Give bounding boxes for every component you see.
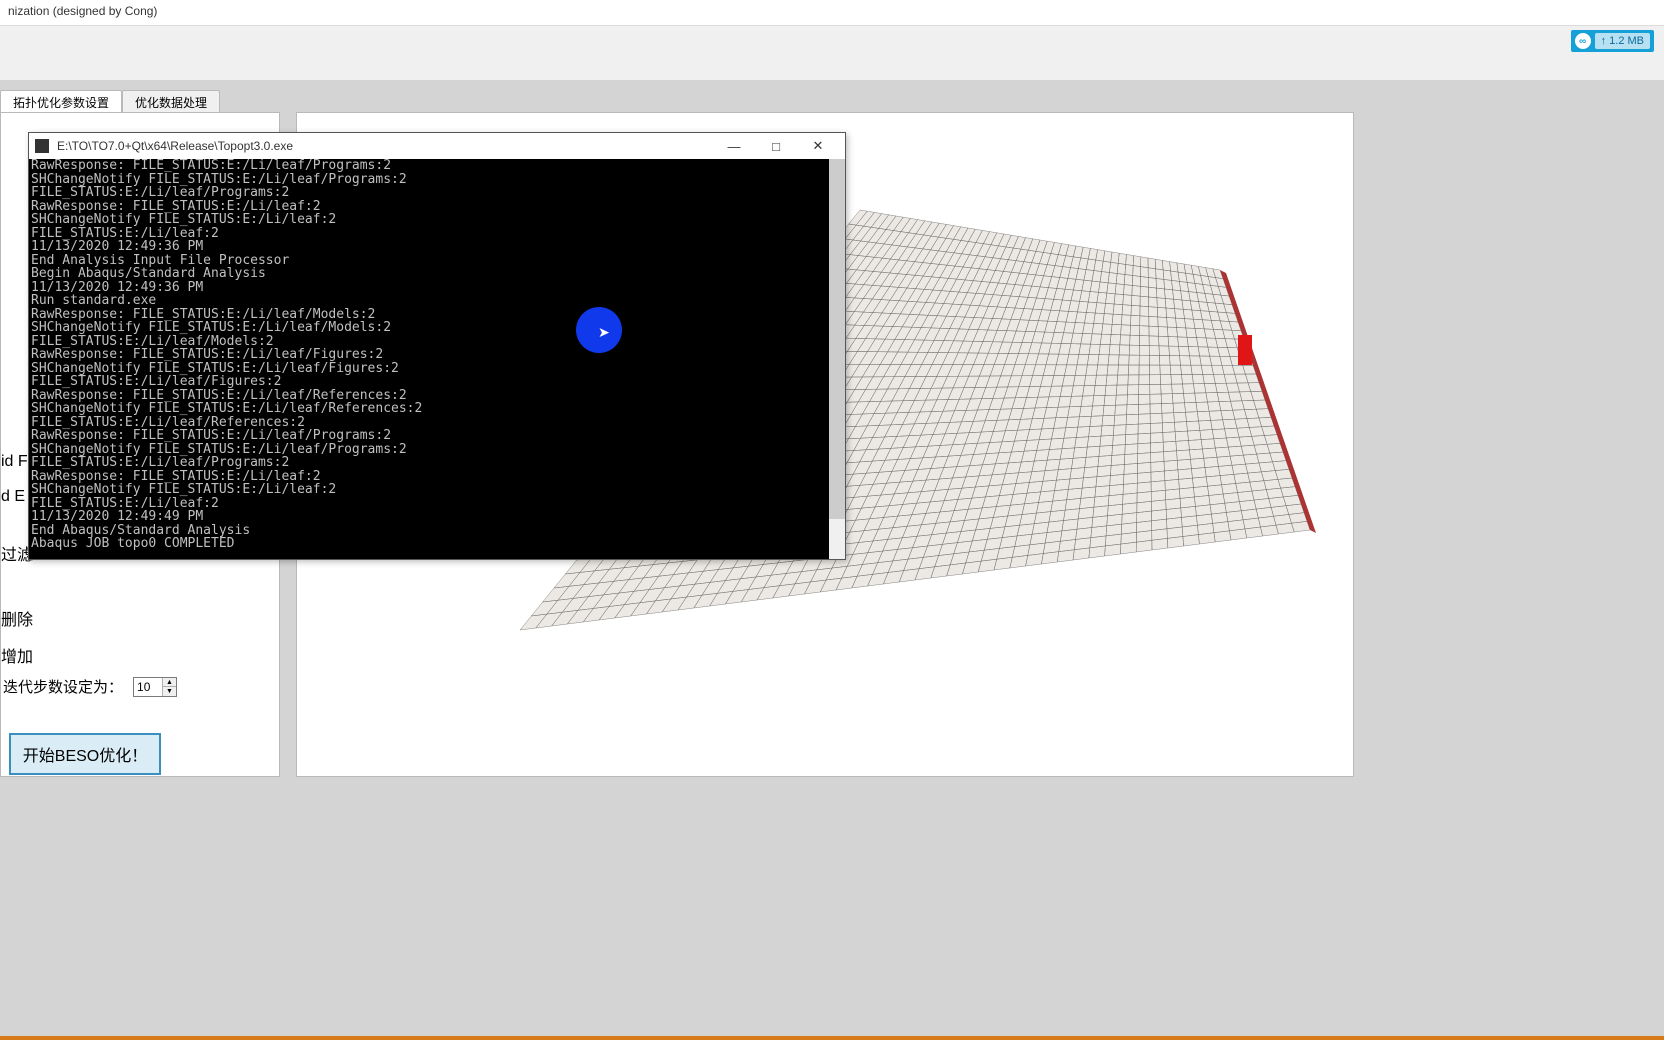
tabstrip: 拓扑优化参数设置 优化数据处理 [0,90,220,112]
console-titlebar[interactable]: E:\TO\TO7.0+Qt\x64\Release\Topopt3.0.exe… [29,133,845,159]
console-scrollbar-track[interactable] [829,159,845,559]
minimize-button[interactable]: — [713,133,755,159]
spin-arrows: ▲ ▼ [162,678,176,696]
label-field-id: id F [1,453,28,471]
tab-opt-params[interactable]: 拓扑优化参数设置 [0,90,122,112]
toolbar-bg [0,26,1664,80]
main-window-titlebar: nization (designed by Cong) [0,0,1664,26]
start-beso-button[interactable]: 开始BESO优化！ [9,733,161,775]
exe-icon [35,139,49,153]
iteration-input[interactable] [134,680,162,694]
console-output: RawResponse: FILE_STATUS:E:/Li/leaf/Prog… [29,159,845,551]
spin-up-icon[interactable]: ▲ [163,678,176,687]
upload-badge[interactable]: ∞ ↑ 1.2 MB [1571,30,1654,52]
upload-size: ↑ 1.2 MB [1595,33,1650,49]
label-add: 增加 [1,643,33,667]
label-delete: 删除 [1,606,33,630]
iteration-label: 迭代步数设定为： [3,676,123,697]
iteration-spinbox[interactable]: ▲ ▼ [133,677,177,697]
iteration-row: 迭代步数设定为： ▲ ▼ [3,676,177,697]
console-body[interactable]: RawResponse: FILE_STATUS:E:/Li/leaf/Prog… [29,159,845,559]
taskbar-strip [0,1036,1664,1040]
tab-data-process[interactable]: 优化数据处理 [122,90,220,112]
cloud-sync-icon: ∞ [1575,33,1591,49]
close-button[interactable]: ✕ [797,133,839,159]
console-window[interactable]: E:\TO\TO7.0+Qt\x64\Release\Topopt3.0.exe… [28,132,846,560]
maximize-button[interactable]: □ [755,133,797,159]
console-controls: — □ ✕ [713,133,839,159]
label-field-de: d E [1,488,25,506]
console-scrollbar-thumb[interactable] [829,159,845,519]
spin-down-icon[interactable]: ▼ [163,687,176,696]
cursor-arrow-icon: ➤ [598,324,610,341]
console-path: E:\TO\TO7.0+Qt\x64\Release\Topopt3.0.exe [57,139,293,153]
main-window-title: nization (designed by Cong) [8,4,157,18]
